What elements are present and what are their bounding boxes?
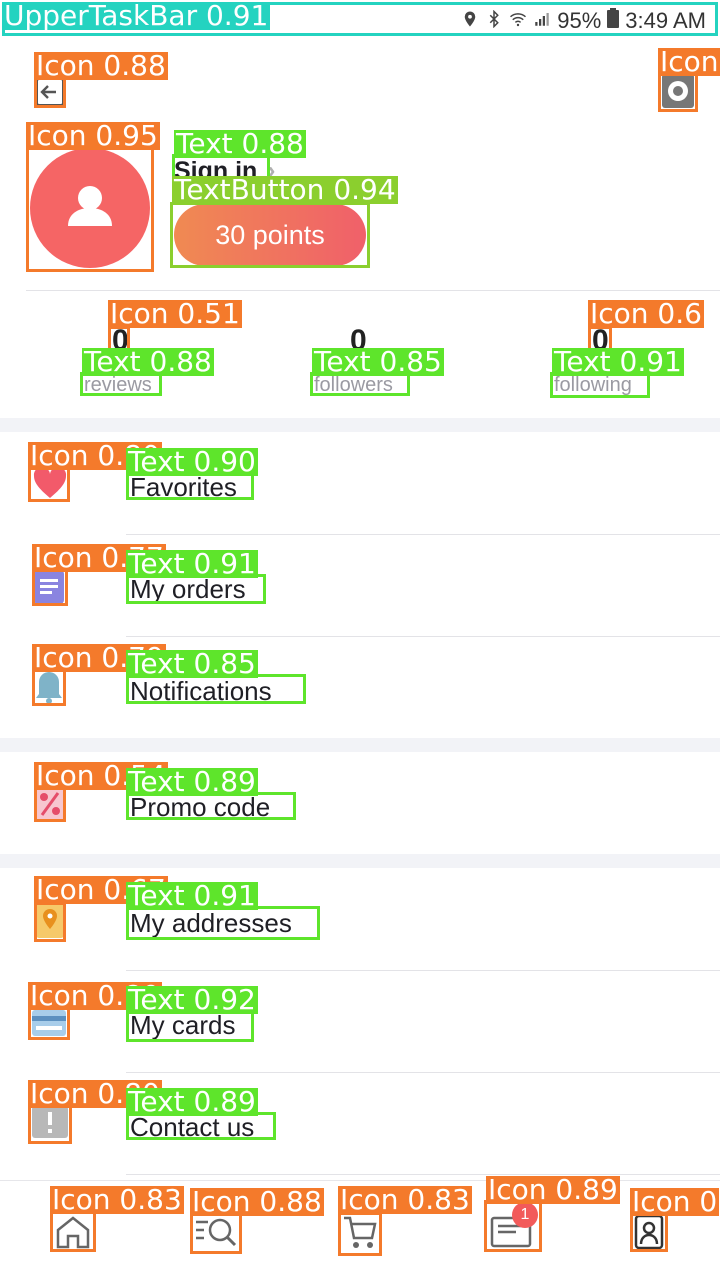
back-button-tag: Icon 0.88 — [34, 49, 168, 82]
followers-label-tag: Text 0.85 — [312, 345, 444, 378]
contact-text-tag: Text 0.89 — [126, 1085, 258, 1118]
row-divider — [126, 636, 720, 637]
row-divider — [126, 970, 720, 971]
points-button-box — [170, 202, 370, 268]
section-divider — [0, 418, 720, 432]
reviews-count-tag: Icon 0.51 — [108, 297, 242, 330]
location-icon — [461, 8, 479, 34]
tab-profile-tag: Icon 0 — [630, 1185, 720, 1218]
row-divider — [126, 1072, 720, 1073]
settings-button-box — [658, 72, 698, 112]
section-divider — [0, 738, 720, 752]
following-label-tag: Text 0.91 — [552, 345, 684, 378]
promo-text-tag: Text 0.89 — [126, 765, 258, 798]
signal-icon — [533, 8, 551, 34]
tab-home-box — [50, 1210, 96, 1252]
section-divider — [0, 854, 720, 868]
reviews-label-tag: Text 0.88 — [82, 345, 214, 378]
status-icons: 95% 3:49 AM — [461, 8, 706, 34]
status-bar-tag: UpperTaskBar 0.91 — [2, 0, 271, 32]
following-count-tag: Icon 0.6 — [588, 297, 704, 330]
notifications-text-tag: Text 0.85 — [126, 647, 258, 680]
battery-percent: 95% — [557, 8, 602, 33]
cards-text-tag: Text 0.92 — [126, 983, 258, 1016]
row-divider — [126, 1174, 720, 1175]
profile-divider — [26, 290, 720, 291]
tab-feed-box — [484, 1200, 542, 1252]
tab-feed-tag: Icon 0.89 — [486, 1173, 620, 1206]
addresses-text-tag: Text 0.91 — [126, 879, 258, 912]
tab-cart-tag: Icon 0.83 — [338, 1183, 472, 1216]
tab-search-tag: Icon 0.88 — [190, 1185, 324, 1218]
battery-icon — [607, 8, 620, 34]
row-divider — [126, 534, 720, 535]
avatar-tag: Icon 0.95 — [26, 119, 160, 152]
tab-home-tag: Icon 0.83 — [50, 1183, 184, 1216]
tab-profile-box — [630, 1212, 668, 1252]
location-icon-box — [34, 902, 66, 942]
avatar-box — [26, 146, 154, 272]
alert-icon-box — [28, 1104, 72, 1144]
wifi-icon — [509, 8, 527, 34]
bluetooth-icon — [485, 8, 503, 34]
clock: 3:49 AM — [625, 8, 706, 33]
orders-text-tag: Text 0.91 — [126, 547, 258, 580]
tab-cart-box — [338, 1212, 382, 1256]
points-button-tag: TextButton 0.94 — [172, 173, 398, 206]
settings-button-tag: Icon — [658, 45, 720, 78]
favorites-text-tag: Text 0.90 — [126, 445, 258, 478]
sign-in-tag: Text 0.88 — [174, 127, 306, 160]
